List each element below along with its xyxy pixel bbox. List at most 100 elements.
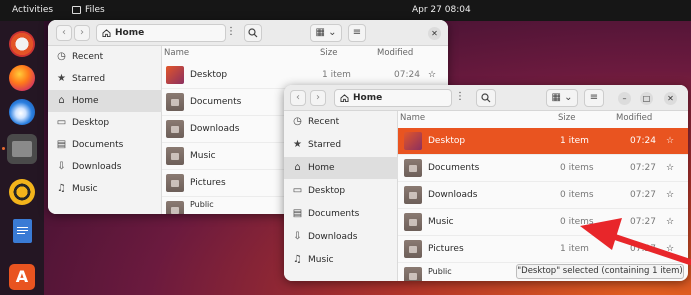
sidebar-item-label: Starred xyxy=(308,140,342,150)
sidebar-item-desktop[interactable]: ▭ Desktop xyxy=(284,180,398,202)
sidebar-item-desktop[interactable]: ▭ Desktop xyxy=(48,112,162,134)
sidebar-item-recent[interactable]: ◷ Recent xyxy=(48,46,162,68)
file-name: Desktop xyxy=(428,136,466,146)
music-icon: ♫ xyxy=(293,254,302,265)
forward-button[interactable]: › xyxy=(310,90,326,106)
folder-icon xyxy=(404,159,422,177)
sidebar-item-home[interactable]: ⌂ Home xyxy=(48,90,162,112)
sidebar-item-label: Documents xyxy=(308,209,360,219)
files-window-front[interactable]: ‹ › Home ⋮ ▦ ⌄ ≡ – □ ✕ ◷ Recent ★ Starred … xyxy=(284,85,688,281)
file-name: Documents xyxy=(428,163,480,173)
sidebar-item-label: Desktop xyxy=(72,118,110,128)
window-header: ‹ › Home ⋮ ▦ ⌄ ≡ – □ ✕ xyxy=(284,85,688,111)
star-icon: ★ xyxy=(57,73,66,84)
star-toggle-icon[interactable]: ☆ xyxy=(666,182,674,209)
folder-icon xyxy=(404,213,422,231)
column-header-name[interactable]: Name xyxy=(400,111,425,125)
app-menu[interactable]: Files xyxy=(72,5,105,15)
activities-button[interactable]: Activities xyxy=(12,5,53,15)
document-icon: ▤ xyxy=(56,139,67,150)
sidebar-item-music[interactable]: ♫ Music xyxy=(48,178,162,200)
search-icon[interactable] xyxy=(476,89,496,107)
column-header-modified[interactable]: Modified xyxy=(377,46,413,60)
star-icon: ★ xyxy=(293,139,302,150)
sidebar-item-downloads[interactable]: ⇩ Downloads xyxy=(284,226,398,248)
folder-icon xyxy=(166,147,184,165)
home-icon: ⌂ xyxy=(294,162,301,173)
file-modified: 07:27 xyxy=(630,163,656,173)
clock[interactable]: Apr 27 08:04 xyxy=(412,5,471,15)
star-toggle-icon[interactable]: ☆ xyxy=(666,155,674,182)
sidebar: ◷ Recent ★ Starred ⌂ Home ▭ Desktop ▤ Documen… xyxy=(48,46,162,214)
back-button[interactable]: ‹ xyxy=(290,90,306,106)
desktop-icon: ▭ xyxy=(56,117,67,128)
sidebar-item-recent[interactable]: ◷ Recent xyxy=(284,111,398,133)
sidebar-item-home[interactable]: ⌂ Home xyxy=(284,157,398,179)
back-button[interactable]: ‹ xyxy=(56,25,72,41)
close-icon[interactable]: ✕ xyxy=(664,92,677,105)
star-toggle-icon[interactable]: ☆ xyxy=(666,236,674,263)
minimize-icon[interactable]: – xyxy=(618,92,631,105)
home-icon xyxy=(102,29,111,37)
file-name: Public xyxy=(428,267,452,276)
file-row[interactable]: Music 0 items 07:27 ☆ xyxy=(398,209,688,236)
star-toggle-icon[interactable]: ☆ xyxy=(666,128,674,155)
sidebar-item-music[interactable]: ♫ Music xyxy=(284,249,398,271)
column-header-name[interactable]: Name xyxy=(164,46,189,60)
selection-status: "Desktop" selected (containing 1 item) xyxy=(516,264,684,279)
file-modified: 07:24 xyxy=(630,136,656,146)
firefox-icon[interactable] xyxy=(9,65,35,91)
path-bar[interactable]: Home xyxy=(334,89,452,107)
file-row[interactable]: Documents 0 items 07:27 ☆ xyxy=(398,155,688,182)
star-toggle-icon[interactable]: ☆ xyxy=(666,209,674,236)
column-header-size[interactable]: Size xyxy=(558,111,575,125)
files-app-icon xyxy=(72,6,81,14)
download-icon: ⇩ xyxy=(293,231,302,242)
forward-button[interactable]: › xyxy=(74,25,90,41)
search-icon[interactable] xyxy=(244,24,262,42)
path-menu-icon[interactable]: ⋮ xyxy=(454,89,466,107)
app-center-icon[interactable]: A xyxy=(9,264,35,290)
window-header: ‹ › Home ⋮ ▦ ⌄ ≡ ✕ xyxy=(48,20,448,46)
file-row[interactable]: Downloads 0 items 07:27 ☆ xyxy=(398,182,688,209)
sidebar-item-starred[interactable]: ★ Starred xyxy=(284,134,398,156)
app-menu-label: Files xyxy=(85,5,105,15)
view-toggle-button[interactable]: ▦ ⌄ xyxy=(310,24,342,42)
file-name: Desktop xyxy=(190,70,228,80)
sidebar-item-starred[interactable]: ★ Starred xyxy=(48,68,162,90)
thunderbird-icon[interactable] xyxy=(9,99,35,125)
path-bar[interactable]: Home xyxy=(96,24,226,42)
dock: A xyxy=(0,21,44,295)
folder-icon xyxy=(404,132,422,150)
sidebar-item-label: Home xyxy=(72,96,99,106)
close-icon[interactable]: ✕ xyxy=(428,27,441,40)
menu-icon[interactable]: ≡ xyxy=(584,89,604,107)
maximize-icon[interactable]: □ xyxy=(640,92,653,105)
sidebar-item-documents[interactable]: ▤ Documents xyxy=(48,134,162,156)
clock-icon: ◷ xyxy=(57,51,66,62)
writer-icon[interactable] xyxy=(13,219,32,243)
file-name: Public xyxy=(190,200,214,209)
path-menu-icon[interactable]: ⋮ xyxy=(225,24,237,42)
folder-icon xyxy=(404,267,422,281)
download-icon: ⇩ xyxy=(57,161,66,172)
column-header-size[interactable]: Size xyxy=(320,46,337,60)
sidebar-item-downloads[interactable]: ⇩ Downloads xyxy=(48,156,162,178)
rhythmbox-icon[interactable] xyxy=(9,179,35,205)
column-header-modified[interactable]: Modified xyxy=(616,111,652,125)
folder-icon xyxy=(166,174,184,192)
sidebar-item-label: Recent xyxy=(72,52,104,62)
menu-icon[interactable]: ≡ xyxy=(348,24,366,42)
file-row-selected[interactable]: Desktop 1 item 07:24 ☆ xyxy=(398,128,688,155)
help-icon[interactable] xyxy=(9,31,35,57)
clock-icon: ◷ xyxy=(293,116,302,127)
files-icon[interactable] xyxy=(7,134,37,164)
view-toggle-button[interactable]: ▦ ⌄ xyxy=(546,89,578,107)
active-app-indicator xyxy=(2,147,5,150)
sidebar-item-label: Downloads xyxy=(72,162,122,172)
file-size: 0 items xyxy=(560,217,594,227)
file-size: 0 items xyxy=(560,190,594,200)
sidebar-item-documents[interactable]: ▤ Documents xyxy=(284,203,398,225)
folder-icon xyxy=(166,93,184,111)
file-name: Downloads xyxy=(190,124,240,134)
